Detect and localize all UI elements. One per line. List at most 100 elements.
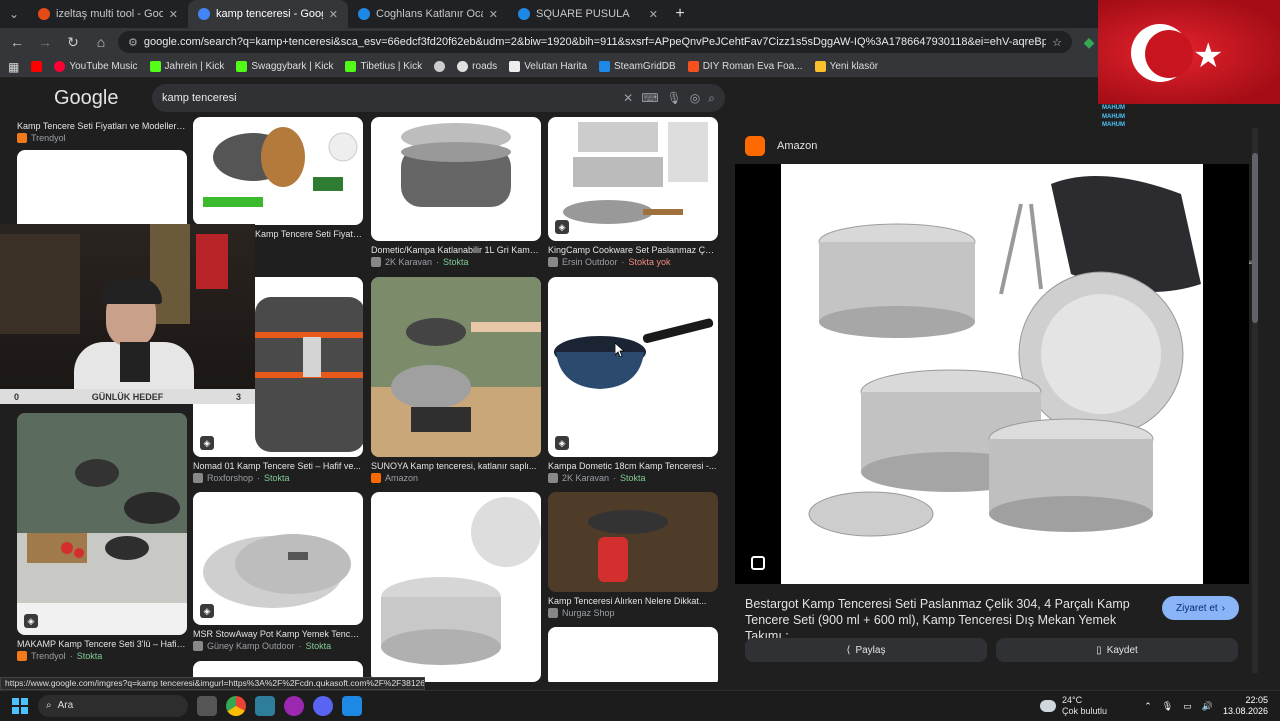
keyboard-icon[interactable]: ⌨ [641, 91, 658, 105]
bookmark-roads[interactable]: roads [457, 61, 497, 72]
lens-search-icon[interactable] [751, 556, 765, 570]
result-image[interactable] [371, 117, 541, 241]
bookmark-tibetius[interactable]: Tibetius | Kick [345, 61, 422, 72]
result-card[interactable]: Kamp Tenceresi Alırken Nelere Dikkat... … [548, 492, 718, 618]
extension-icon[interactable]: ◆ [1078, 34, 1100, 51]
result-image[interactable]: ◈ [193, 492, 363, 625]
result-card[interactable]: SUNOYA Kamp tenceresi, katlanır saplı...… [371, 277, 541, 483]
tab-izeltas[interactable]: izeltaş multi tool - Google Alışv ✕ [28, 0, 188, 28]
visit-button[interactable]: Ziyaret et › [1162, 596, 1240, 620]
result-title: Dometic/Kampa Katlanabilir 1L Gri Kamp..… [371, 245, 541, 255]
result-card[interactable]: Kamp Tencere Seti Fiyatları ve Modelleri… [17, 117, 187, 143]
result-card[interactable]: ◈ Kampa Dometic 18cm Kamp Tenceresi -...… [548, 277, 718, 483]
opera-icon[interactable] [284, 695, 304, 716]
tab-favicon-icon [38, 8, 50, 20]
close-tab-icon[interactable]: ✕ [649, 8, 658, 21]
windows-start-icon[interactable] [12, 697, 28, 714]
google-logo[interactable]: Google [54, 87, 144, 110]
home-icon[interactable]: ⌂ [90, 34, 112, 50]
search-icon[interactable]: ⌕ [708, 91, 715, 106]
microphone-tray-icon[interactable]: 🎙 [1162, 701, 1173, 712]
result-card[interactable]: ◈ KingCamp Cookware Set Paslanmaz Çelik.… [548, 117, 718, 267]
app-icon[interactable] [255, 695, 275, 716]
bookmark-globe[interactable] [434, 61, 446, 72]
clear-icon[interactable]: ✕ [623, 91, 633, 105]
tab-coghlans[interactable]: Coghlans Katlanır Ocak ✕ [348, 0, 508, 28]
result-card[interactable]: Dometic/Kampa Katlanabilir 1L Gri Kamp..… [371, 117, 541, 267]
result-source: Nurgaz Shop [548, 608, 718, 618]
toolbar: ← → ↻ ⌂ ⚙ google.com/search?q=kamp+tence… [0, 28, 1100, 56]
bookmark-velutan[interactable]: Velutan Harita [509, 61, 587, 72]
search-box[interactable]: kamp tenceresi ✕ ⌨ 🎙 ◎ ⌕ [152, 84, 725, 112]
back-icon[interactable]: ← [6, 34, 28, 50]
flag-overlay: ★ [1098, 0, 1280, 104]
result-card[interactable]: Kamp Tencere Seti Fiyatları |... [193, 117, 363, 239]
reload-icon[interactable]: ↻ [62, 34, 84, 51]
close-tab-icon[interactable]: ✕ [329, 8, 338, 21]
bookmark-swaggybark[interactable]: Swaggybark | Kick [236, 61, 333, 72]
bookmark-jahrein[interactable]: Jahrein | Kick [149, 61, 224, 72]
close-tab-icon[interactable]: ✕ [169, 8, 178, 21]
close-tab-icon[interactable]: ✕ [489, 8, 498, 21]
save-button[interactable]: ▯ Kaydet [996, 638, 1238, 662]
tab-search-button[interactable]: ⌄ [0, 7, 28, 21]
microphone-stand [120, 342, 150, 382]
result-image[interactable] [371, 277, 541, 457]
result-card[interactable] [548, 627, 718, 682]
tab-square-pusula[interactable]: SQUARE PUSULA ✕ [508, 0, 668, 28]
tab-kamp-tenceresi[interactable]: kamp tenceresi - Google'da Ara ✕ [188, 0, 348, 28]
goal-label: GÜNLÜK HEDEF [91, 391, 164, 402]
result-title: Kampa Dometic 18cm Kamp Tenceresi -... [548, 461, 717, 471]
share-button[interactable]: ⟨ Paylaş [745, 638, 987, 662]
apps-grid-icon[interactable]: ▦ [8, 60, 19, 74]
search-input[interactable]: kamp tenceresi [162, 92, 615, 104]
network-icon[interactable]: ▭ [1183, 701, 1192, 712]
lens-icon[interactable]: ◎ [690, 91, 700, 105]
bookmark-steamgriddb[interactable]: SteamGridDB [599, 61, 676, 72]
tray-chevron-icon[interactable]: ⌃ [1144, 701, 1152, 712]
bookmark-youtube-music[interactable]: YouTube Music [54, 61, 138, 72]
chrome-icon[interactable] [226, 695, 246, 716]
bookmark-youtube[interactable] [31, 61, 43, 72]
result-image[interactable] [371, 492, 541, 682]
site-info-icon[interactable]: ⚙ [128, 36, 138, 49]
result-card[interactable]: ◈ MAKAMP Kamp Tencere Seti 3'lü – Hafif … [17, 413, 187, 661]
chat-username: MAHUM [1102, 113, 1125, 120]
forward-icon[interactable]: → [34, 34, 56, 50]
scrollbar-thumb[interactable] [1252, 153, 1258, 323]
status-url-tooltip: https://www.google.com/imgres?q=kamp ten… [0, 677, 425, 690]
volume-icon[interactable]: 🔊 [1202, 701, 1213, 712]
photoshop-icon[interactable] [342, 695, 362, 716]
bookmark-star-icon[interactable]: ☆ [1052, 36, 1062, 49]
file-explorer-icon[interactable] [197, 695, 217, 716]
source-label: Amazon [385, 473, 419, 483]
result-card[interactable]: ◈ MSR StowAway Pot Kamp Yemek Tenceres..… [193, 492, 363, 651]
preview-source[interactable]: Amazon [777, 140, 817, 152]
new-tab-button[interactable]: + [668, 5, 692, 23]
preview-image[interactable] [781, 164, 1203, 584]
source-label: Roxforshop [207, 473, 254, 483]
weather-widget[interactable]: 24°C Çok bulutlu [1040, 691, 1107, 721]
clock[interactable]: 22:05 13.08.2026 [1223, 695, 1268, 717]
result-source: Trendyol · Stokta [17, 651, 187, 661]
address-bar[interactable]: ⚙ google.com/search?q=kamp+tenceresi&sca… [118, 31, 1072, 53]
result-image[interactable]: ◈ [548, 117, 718, 241]
taskbar-search[interactable]: ⌕ Ara [38, 694, 188, 717]
visit-label: Ziyaret et [1176, 602, 1218, 614]
result-image[interactable] [548, 492, 718, 592]
stock-status: Stokta [76, 651, 103, 661]
discord-icon[interactable] [313, 695, 333, 716]
result-image[interactable] [193, 117, 363, 225]
result-image[interactable]: ◈ [17, 413, 187, 635]
weather-text: Çok bulutlu [1062, 706, 1108, 716]
product-badge-icon: ◈ [555, 220, 569, 234]
preview-title[interactable]: Bestargot Kamp Tenceresi Seti Paslanmaz … [745, 596, 1145, 644]
microphone-icon[interactable]: 🎙 [667, 91, 682, 105]
bookmark-diy-roman[interactable]: DIY Roman Eva Foa... [687, 61, 803, 72]
result-image[interactable] [548, 627, 718, 682]
time: 22:05 [1245, 695, 1268, 705]
result-card[interactable] [371, 492, 541, 682]
preview-scrollbar[interactable] [1252, 128, 1258, 673]
result-image[interactable]: ◈ [548, 277, 718, 457]
bookmark-folder[interactable]: Yeni klasör [814, 61, 878, 72]
